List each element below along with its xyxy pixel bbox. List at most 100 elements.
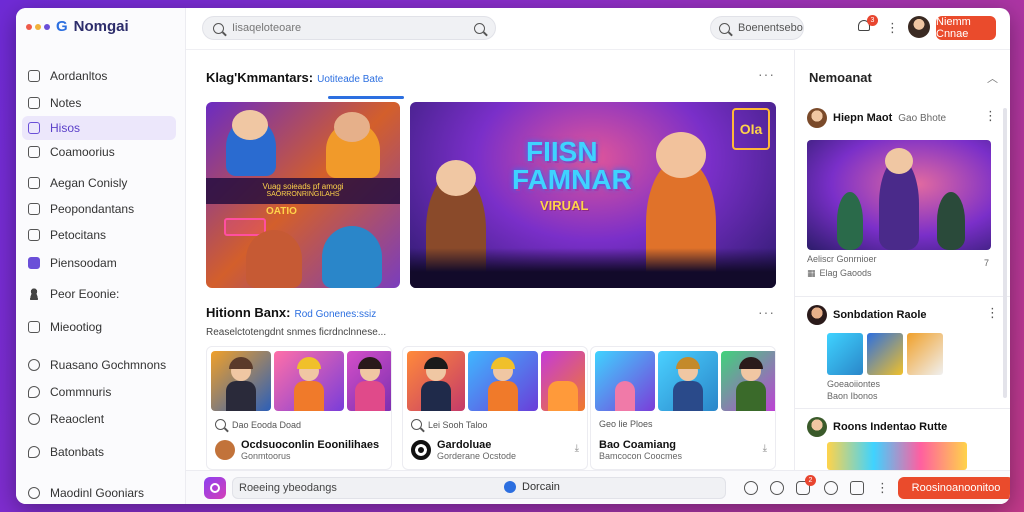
sidebar-item-12[interactable]: Reaoclent <box>22 407 176 431</box>
sidebar-item-label: Peopondantans <box>50 202 135 216</box>
more-menu-icon[interactable]: ⋮ <box>986 305 999 321</box>
app-icon[interactable] <box>204 477 226 499</box>
message-badge: 2 <box>805 475 816 486</box>
card-thumbnail <box>407 351 465 411</box>
info-icon[interactable] <box>824 481 838 495</box>
bottom-input-text: Roeeing ybeodangs <box>239 482 337 494</box>
rp-avatar[interactable] <box>807 305 827 325</box>
card-meta: Geo lie Ploes <box>599 419 653 429</box>
primary-action-button[interactable]: Niemm Cnnae <box>936 16 996 40</box>
more-menu-icon[interactable]: ⋮ <box>984 108 997 124</box>
bottom-chip[interactable]: Dorcain <box>504 481 560 493</box>
sidebar-item-5[interactable]: Peopondantans <box>22 197 176 221</box>
rp-item-name[interactable]: Hiepn Maot <box>833 112 892 124</box>
rp-avatar[interactable] <box>807 417 827 437</box>
secondary-search[interactable]: Boenentsebo <box>710 16 804 40</box>
sidebar-item-10[interactable]: Ruasano Gochmnons <box>22 353 176 377</box>
search-icon <box>215 419 226 430</box>
download-icon[interactable]: ⤓ <box>575 443 579 454</box>
right-panel: Nemoanat ︿ Hiepn Maot Gao Bhote ⋮ Aelisc… <box>794 50 1010 470</box>
sidebar-item-label: Coamoorius <box>50 145 115 159</box>
card-title[interactable]: Gardoluae <box>437 439 516 451</box>
bag-icon <box>28 257 40 269</box>
trending-section-title: Hitionn Banx: Rod Gonenes:ssiz <box>206 305 376 320</box>
location-icon <box>504 481 516 493</box>
notification-button[interactable]: 3 <box>858 15 878 34</box>
sidebar-item-6[interactable]: Petocitans <box>22 223 176 247</box>
sidebar-item-9[interactable]: Mieootiog <box>22 315 176 339</box>
chevron-up-icon[interactable]: ︿ <box>987 70 998 86</box>
banner-subtext: SAORRONRINGILAHS <box>266 191 340 198</box>
sidebar-item-label: Peor Eoonie: <box>50 287 120 301</box>
rp-avatar[interactable] <box>807 108 827 128</box>
close-dot[interactable] <box>26 23 32 30</box>
sidebar-item-2[interactable]: Hisos <box>22 116 176 140</box>
sidebar-item-3[interactable]: Coamoorius <box>22 140 176 164</box>
trending-card-0[interactable]: Dao Eooda Doad Ocdsuoconlin Eoonilihaes … <box>206 346 392 470</box>
bell-icon[interactable] <box>770 481 784 495</box>
settings-icon[interactable] <box>850 481 864 495</box>
clock-icon[interactable] <box>744 481 758 495</box>
logo-icon: G <box>56 18 68 35</box>
trending-subtitle[interactable]: Rod Gonenes:ssiz <box>295 309 377 320</box>
more-menu-icon[interactable]: ⋮ <box>886 20 899 36</box>
card-avatar[interactable] <box>411 440 431 460</box>
rp-thumbnail[interactable] <box>867 333 903 375</box>
sidebar-item-label: Hisos <box>50 121 81 135</box>
rp-thumbnail[interactable] <box>827 333 863 375</box>
trending-more-icon[interactable]: ··· <box>758 304 775 320</box>
sidebar-item-4[interactable]: Aegan Conisly <box>22 171 176 195</box>
message-icon[interactable]: 2 <box>796 475 816 495</box>
search-icon[interactable] <box>474 22 485 34</box>
sidebar-item-label: Aordanltos <box>50 69 108 83</box>
square-icon <box>28 97 40 109</box>
featured-subtitle[interactable]: Uotiteade Bate <box>317 74 383 85</box>
character-figure <box>837 192 863 250</box>
right-panel-item-2[interactable]: Roons Indentao Rutte <box>795 408 1010 437</box>
card-avatar[interactable] <box>215 440 235 460</box>
trending-title: Hitionn Banx: <box>206 305 291 320</box>
rp-item-name[interactable]: Sonbdation Raole <box>833 309 927 321</box>
rp-item-name[interactable]: Roons Indentao Rutte <box>833 421 947 433</box>
sidebar-item-8[interactable]: Peor Eoonie: <box>22 282 176 306</box>
bottom-input[interactable]: Roeeing ybeodangs <box>232 477 726 499</box>
search-icon <box>213 22 224 34</box>
card-meta-text: Geo lie Ploes <box>599 419 653 429</box>
card-title[interactable]: Ocdsuoconlin Eoonilihaes <box>241 439 379 451</box>
sidebar-item-11[interactable]: Commnuris <box>22 380 176 404</box>
rp-featured-image[interactable] <box>807 140 991 250</box>
featured-thumbnail-left[interactable]: Vuag soieads pf amogi SAORRONRINGILAHS O… <box>206 102 400 288</box>
download-icon[interactable]: ⤓ <box>763 443 767 454</box>
character-head <box>334 112 370 142</box>
rp-thumbnail-strip[interactable] <box>827 442 967 470</box>
sidebar-item-1[interactable]: Notes <box>22 91 176 115</box>
thumbnail-banner: Vuag soieads pf amogi SAORRONRINGILAHS <box>206 178 400 204</box>
trending-card-1[interactable]: Lei Sooh Taloo Gardoluae Gorderane Ocsto… <box>402 346 588 470</box>
user-avatar[interactable] <box>908 16 930 38</box>
sidebar: G Nomgai Aordanltos Notes Hisos Coamoori… <box>16 8 186 504</box>
more-menu-icon[interactable]: ⋮ <box>876 480 889 496</box>
window-controls[interactable] <box>26 23 50 30</box>
rp-thumbnail[interactable] <box>907 333 943 375</box>
card-meta-text: Lei Sooh Taloo <box>428 419 488 430</box>
brand[interactable]: G Nomgai <box>26 18 129 35</box>
card-title[interactable]: Bao Coamiang <box>599 439 682 451</box>
maximize-dot[interactable] <box>44 23 50 30</box>
featured-more-icon[interactable]: ··· <box>758 66 775 82</box>
bottom-primary-button[interactable]: Roosinoanoonitoo <box>898 477 1010 499</box>
sidebar-item-0[interactable]: Aordanltos <box>22 64 176 88</box>
sidebar-item-14[interactable]: Maodinl Gooniars <box>22 481 176 504</box>
scrollbar[interactable] <box>1003 108 1007 398</box>
featured-hero-banner[interactable]: FIISN FAMNAR VIRUAL OIa <box>410 102 776 288</box>
sidebar-item-13[interactable]: Batonbats <box>22 440 176 464</box>
card-thumbnail <box>658 351 718 411</box>
sidebar-item-7[interactable]: Piensoodam <box>22 251 176 275</box>
search-input[interactable]: Iisaqeloteoare <box>202 16 496 40</box>
hero-title-line1: FIISN <box>526 136 598 167</box>
right-panel-item-0[interactable]: Hiepn Maot Gao Bhote ⋮ <box>807 108 997 128</box>
right-panel-item-1[interactable]: Sonbdation Raole ⋮ Goeaoiiontes Baon Ibo… <box>795 296 1010 401</box>
minimize-dot[interactable] <box>35 23 41 30</box>
sidebar-item-label: Commnuris <box>50 385 112 399</box>
trending-card-2[interactable]: Geo lie Ploes Bao Coamiang Bamcocon Cooc… <box>590 346 776 470</box>
featured-section-title: Klag'Kmmantars: Uotiteade Bate <box>206 70 383 85</box>
